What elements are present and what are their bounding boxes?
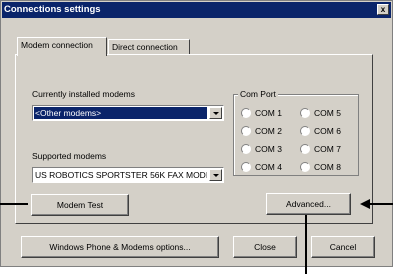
radio-label: COM 3 bbox=[255, 144, 282, 154]
radio-label: COM 1 bbox=[255, 108, 282, 118]
radio-circle[interactable] bbox=[300, 144, 310, 154]
callout-arrow-right-head bbox=[360, 199, 370, 209]
radio-circle[interactable] bbox=[241, 162, 251, 172]
radio-label: COM 7 bbox=[314, 144, 341, 154]
title-bar: Connections settings x bbox=[2, 2, 391, 18]
radio-label: COM 8 bbox=[314, 162, 341, 172]
radio-circle[interactable] bbox=[241, 108, 251, 118]
radio-circle[interactable] bbox=[300, 162, 310, 172]
tab-modem-connection[interactable]: Modem connection bbox=[17, 37, 107, 56]
radio-circle[interactable] bbox=[300, 108, 310, 118]
tab-label: Direct connection bbox=[112, 42, 178, 52]
callout-arrow-vertical-line bbox=[305, 215, 307, 274]
installed-modems-label: Currently installed modems bbox=[32, 89, 135, 99]
close-button[interactable]: Close bbox=[233, 236, 297, 258]
com-port-legend: Com Port bbox=[238, 89, 278, 99]
radio-circle[interactable] bbox=[241, 144, 251, 154]
connections-settings-dialog: Connections settings x Modem connection … bbox=[0, 0, 393, 267]
callout-arrow-right-line bbox=[370, 203, 393, 205]
supported-modems-label: Supported modems bbox=[32, 151, 107, 161]
radio-circle[interactable] bbox=[300, 126, 310, 136]
radio-circle[interactable] bbox=[241, 126, 251, 136]
modem-test-button[interactable]: Modem Test bbox=[31, 194, 129, 216]
tab-label: Modem connection bbox=[21, 40, 93, 50]
callout-arrow-left-line bbox=[0, 203, 28, 205]
radio-label: COM 5 bbox=[314, 108, 341, 118]
phone-modems-options-button[interactable]: Windows Phone & Modems options... bbox=[21, 236, 219, 258]
installed-modems-select[interactable]: <Other modems> bbox=[32, 105, 224, 121]
advanced-button[interactable]: Advanced... bbox=[266, 193, 351, 215]
radio-label: COM 4 bbox=[255, 162, 282, 172]
installed-modems-value: <Other modems> bbox=[34, 107, 207, 119]
radio-label: COM 6 bbox=[314, 126, 341, 136]
dropdown-arrow-icon[interactable] bbox=[209, 169, 222, 181]
supported-modems-select[interactable]: US ROBOTICS SPORTSTER 56K FAX MODI bbox=[32, 167, 224, 183]
close-icon[interactable]: x bbox=[377, 4, 389, 15]
dropdown-arrow-icon[interactable] bbox=[209, 107, 222, 119]
radio-label: COM 2 bbox=[255, 126, 282, 136]
window-title: Connections settings bbox=[4, 4, 101, 15]
supported-modems-value: US ROBOTICS SPORTSTER 56K FAX MODI bbox=[35, 170, 207, 180]
cancel-button[interactable]: Cancel bbox=[311, 236, 375, 258]
